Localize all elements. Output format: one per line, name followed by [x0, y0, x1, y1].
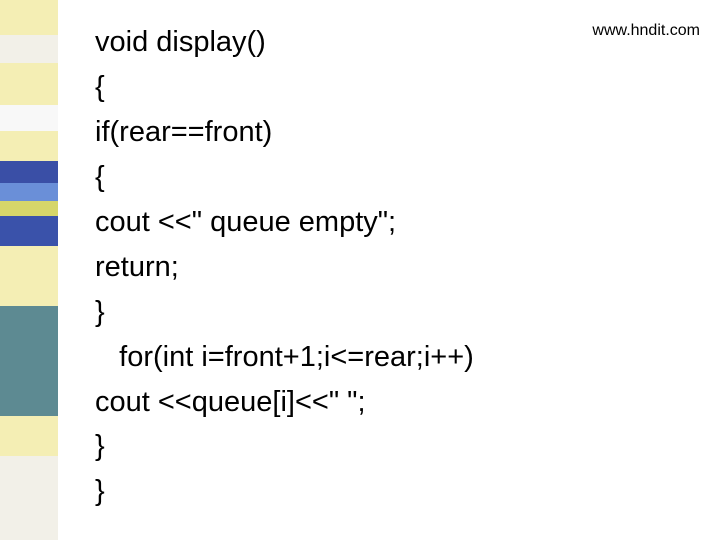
decorative-sidebar — [0, 0, 58, 540]
code-line: for(int i=front+1;i<=rear;i++) — [95, 335, 700, 380]
sidebar-stripe — [0, 131, 58, 161]
sidebar-stripe — [0, 35, 58, 63]
code-line: { — [95, 155, 700, 200]
sidebar-stripe — [0, 456, 58, 540]
code-line: if(rear==front) — [95, 110, 700, 155]
code-line: } — [95, 469, 700, 514]
code-line: cout <<" queue empty"; — [95, 200, 700, 245]
sidebar-stripe — [0, 201, 58, 216]
sidebar-stripe — [0, 0, 58, 35]
code-line: } — [95, 290, 700, 335]
code-block: void display(){if(rear==front){cout <<" … — [95, 20, 700, 514]
sidebar-stripe — [0, 306, 58, 416]
sidebar-stripe — [0, 105, 58, 131]
code-line: cout <<queue[i]<<" "; — [95, 380, 700, 425]
code-line: return; — [95, 245, 700, 290]
sidebar-stripe — [0, 183, 58, 201]
sidebar-stripe — [0, 216, 58, 246]
sidebar-stripe — [0, 246, 58, 306]
sidebar-stripe — [0, 416, 58, 456]
sidebar-stripe — [0, 161, 58, 183]
code-line: void display() — [95, 20, 700, 65]
sidebar-stripe — [0, 63, 58, 105]
code-line: } — [95, 424, 700, 469]
code-line: { — [95, 65, 700, 110]
